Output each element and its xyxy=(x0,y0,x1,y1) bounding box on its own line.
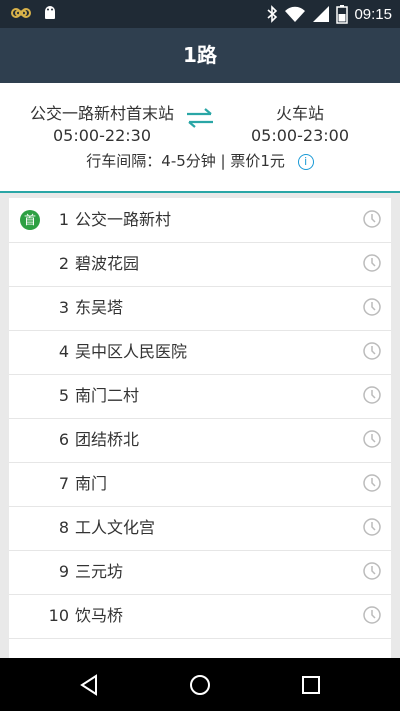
status-bar: 09:15 xyxy=(0,0,400,28)
route-info-card: 公交一路新村首末站 05:00-22:30 火车站 05:00-23:00 行车… xyxy=(0,83,400,193)
stop-index: 3 xyxy=(58,298,69,317)
page-title: 1路 xyxy=(183,43,217,67)
stop-index: 1 xyxy=(58,210,69,229)
android-icon xyxy=(45,6,55,19)
clock-icon[interactable] xyxy=(363,430,381,448)
destination-station-name: 火车站 xyxy=(275,104,324,123)
swap-arrows-icon[interactable] xyxy=(185,106,215,130)
stop-name: 南门二村 xyxy=(75,386,140,405)
clock-icon[interactable] xyxy=(363,298,381,316)
stop-index: 10 xyxy=(48,606,69,625)
origin-station-name: 公交一路新村首末站 xyxy=(29,104,174,123)
destination-station-hours: 05:00-23:00 xyxy=(251,126,349,145)
stop-index: 2 xyxy=(58,254,69,273)
clock-icon[interactable] xyxy=(363,606,381,624)
stop-index: 8 xyxy=(58,518,69,537)
stop-name: 三元坊 xyxy=(75,562,124,581)
stop-name: 碧波花园 xyxy=(75,254,140,273)
bluetooth-icon xyxy=(267,5,278,23)
stop-name: 南门 xyxy=(75,474,108,493)
wifi-icon xyxy=(285,6,306,22)
navigation-bar xyxy=(0,658,400,711)
clock-icon[interactable] xyxy=(363,474,381,492)
list-item[interactable]: 3 东吴塔 xyxy=(9,286,391,331)
clock-icon[interactable] xyxy=(363,342,381,360)
battery-icon xyxy=(336,5,349,24)
status-time: 09:15 xyxy=(354,5,392,23)
list-item[interactable]: 7 南门 xyxy=(9,462,391,507)
clock-icon[interactable] xyxy=(363,386,381,404)
list-item[interactable]: 9 三元坊 xyxy=(9,550,391,595)
interval-fare-text: 行车间隔：4-5分钟 | 票价1元 xyxy=(86,152,285,170)
destination-station: 火车站 05:00-23:00 xyxy=(240,103,360,147)
stop-name: 东吴塔 xyxy=(75,298,124,317)
stop-index: 4 xyxy=(58,342,69,361)
stop-name: 饮马桥 xyxy=(75,606,124,625)
app-bar: 1路 xyxy=(0,28,400,83)
list-item[interactable]: 10 饮马桥 xyxy=(9,594,391,639)
list-item[interactable]: 6 团结桥北 xyxy=(9,418,391,463)
stop-index: 5 xyxy=(58,386,69,405)
list-item[interactable]: 首 1 公交一路新村 xyxy=(9,198,391,243)
stop-index: 9 xyxy=(58,562,69,581)
list-item[interactable]: 2 碧波花园 xyxy=(9,242,391,287)
interval-fare-line: 行车间隔：4-5分钟 | 票价1元 i xyxy=(0,150,400,171)
list-item[interactable]: 4 吴中区人民医院 xyxy=(9,330,391,375)
back-icon[interactable] xyxy=(78,674,100,696)
signal-icon xyxy=(313,6,330,22)
recents-icon[interactable] xyxy=(301,675,321,695)
stop-name: 公交一路新村 xyxy=(75,210,172,229)
stop-index: 6 xyxy=(58,430,69,449)
stop-name: 团结桥北 xyxy=(75,430,140,449)
stop-index: 7 xyxy=(58,474,69,493)
info-icon[interactable]: i xyxy=(297,153,314,170)
clock-icon[interactable] xyxy=(363,562,381,580)
infinity-icon xyxy=(11,8,31,18)
list-item[interactable]: 5 南门二村 xyxy=(9,374,391,419)
home-icon[interactable] xyxy=(189,674,211,696)
stop-name: 吴中区人民医院 xyxy=(75,342,188,361)
origin-station-hours: 05:00-22:30 xyxy=(53,126,151,145)
clock-icon[interactable] xyxy=(363,254,381,272)
stop-list: 首 1 公交一路新村 2 碧波花园 3 东吴塔 4 吴中区人民医院 5 南门二村… xyxy=(9,198,391,658)
clock-icon[interactable] xyxy=(363,518,381,536)
clock-icon[interactable] xyxy=(363,210,381,228)
list-item[interactable]: 8 工人文化宫 xyxy=(9,506,391,551)
origin-station: 公交一路新村首末站 05:00-22:30 xyxy=(22,103,182,147)
stop-name: 工人文化宫 xyxy=(75,518,156,537)
